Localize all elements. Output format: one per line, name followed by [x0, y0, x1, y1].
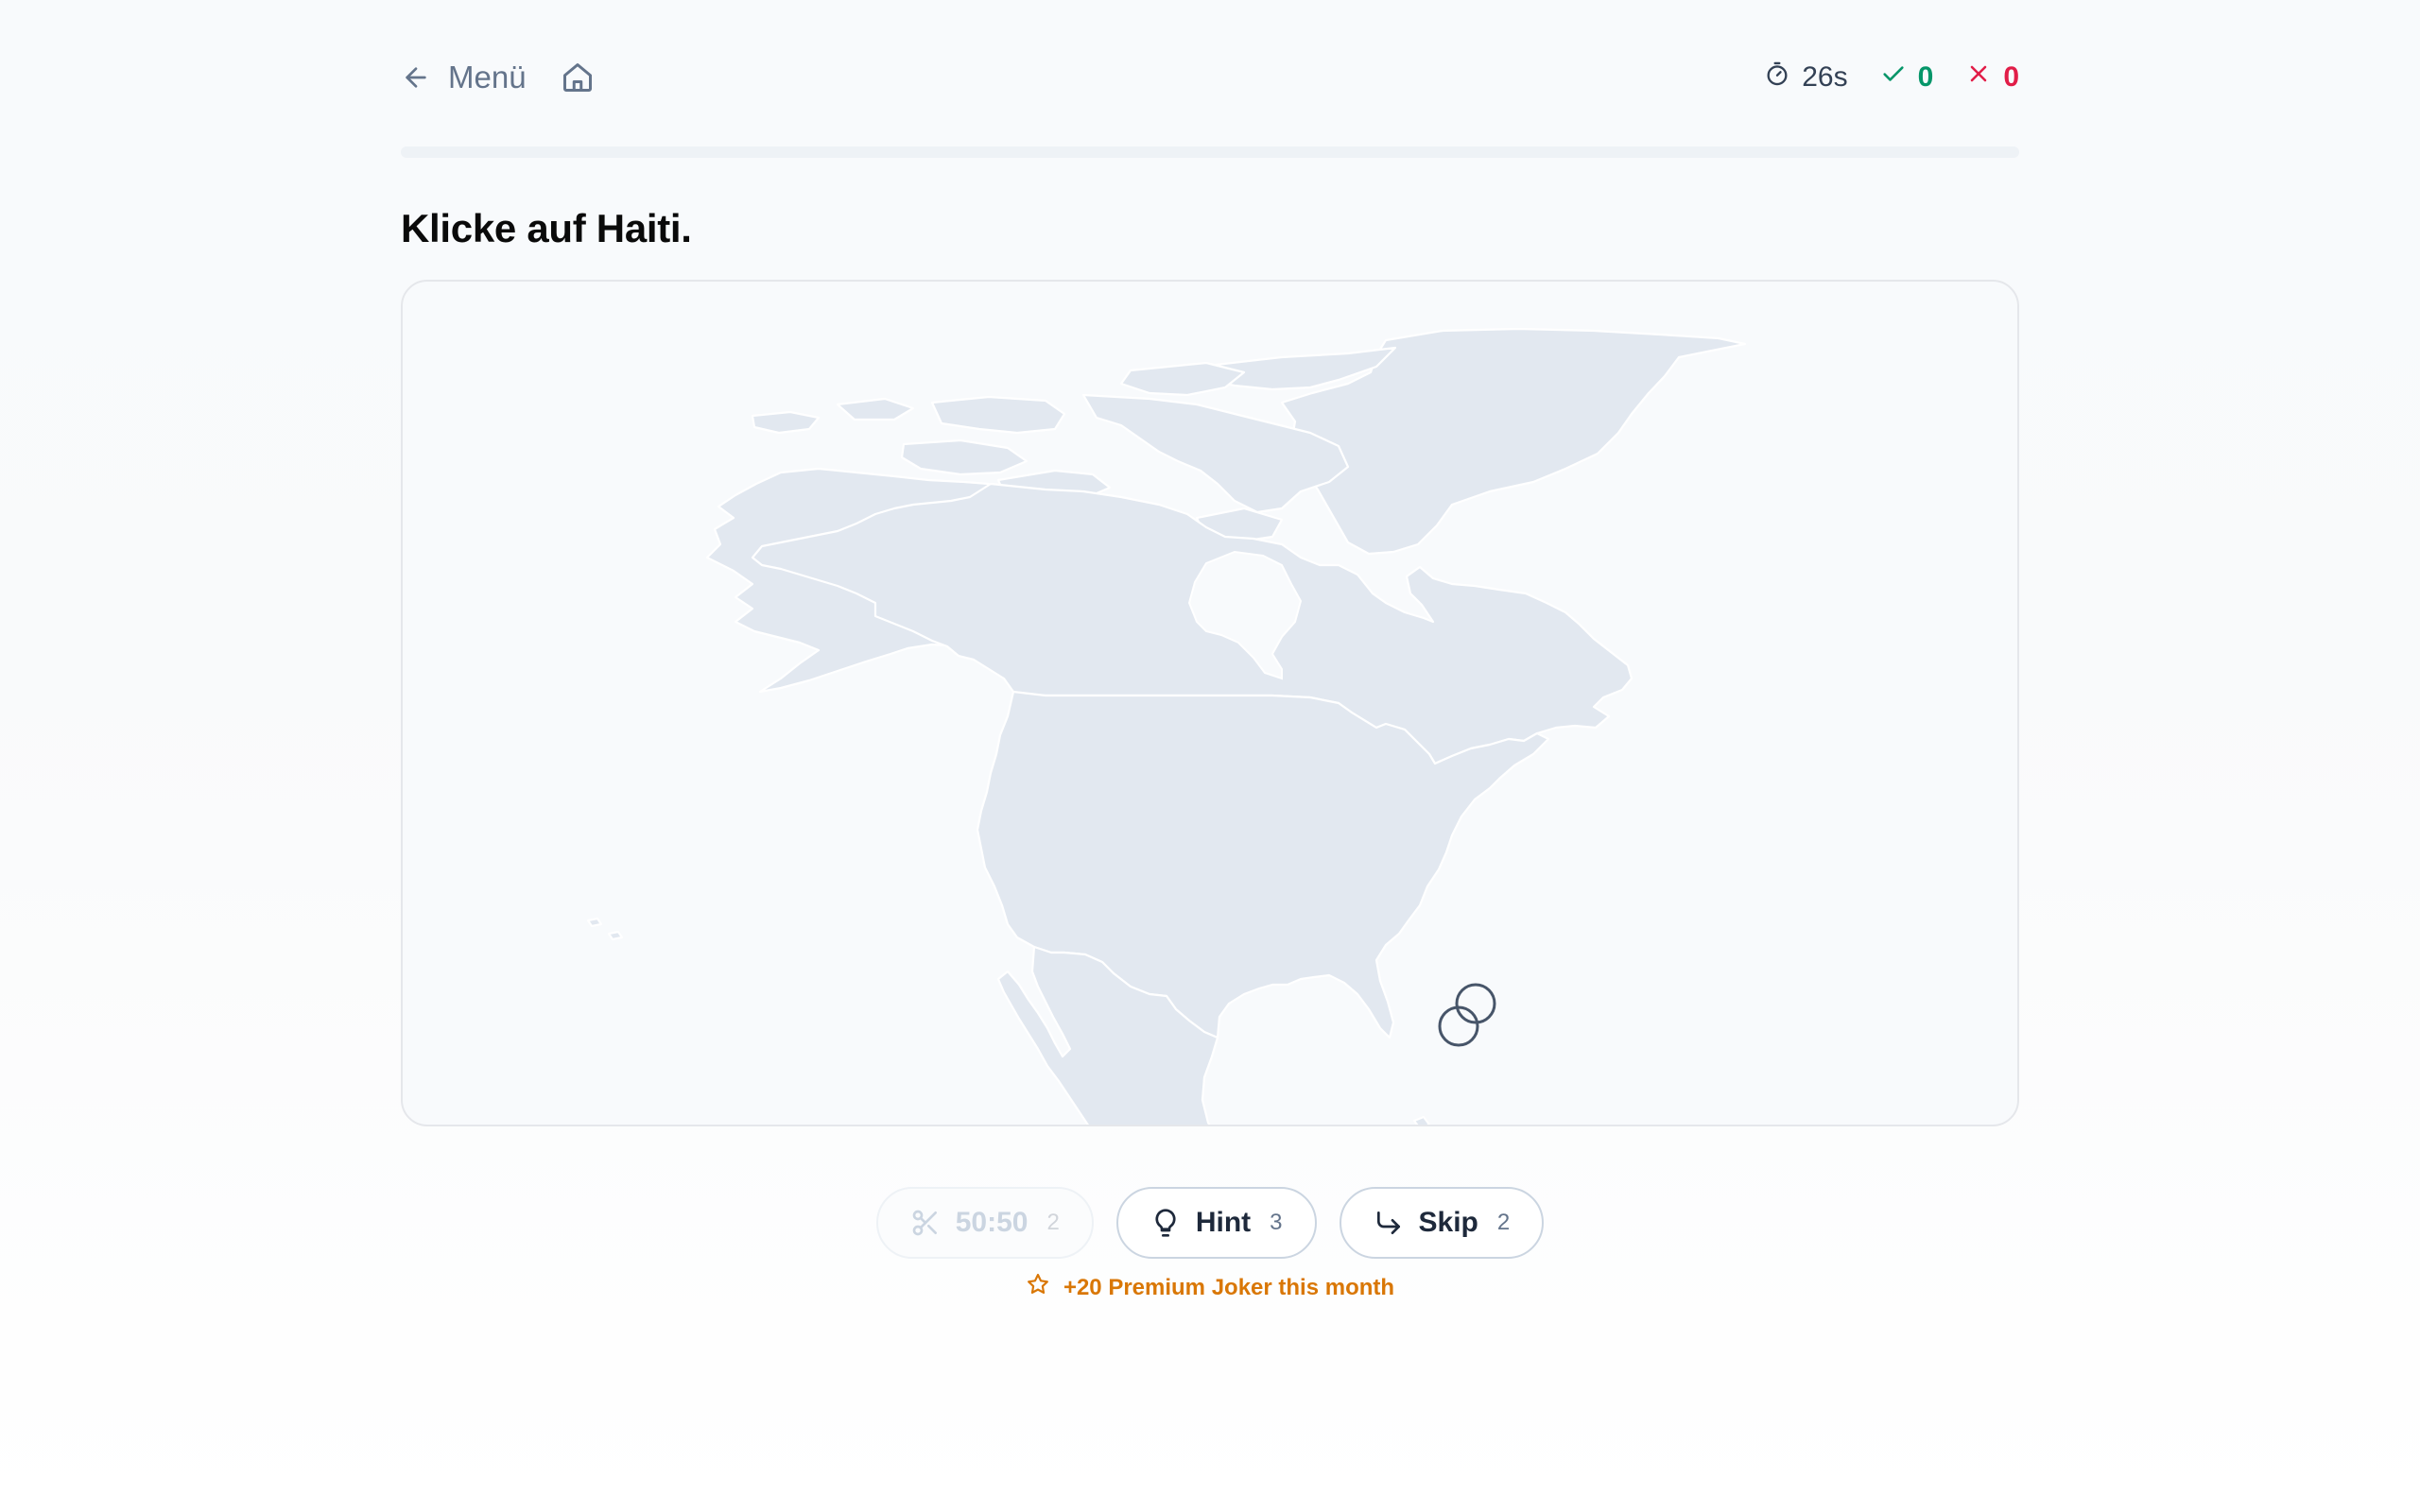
canada-arctic-island[interactable] — [751, 410, 821, 435]
country-usa-hawaii[interactable] — [586, 917, 603, 928]
stats-group: 26s 0 0 — [1764, 60, 2019, 94]
back-to-menu-button[interactable]: Menü — [401, 60, 527, 95]
timer: 26s — [1764, 60, 1848, 94]
x-icon — [1965, 60, 1992, 94]
canada-arctic-island[interactable] — [930, 395, 1066, 435]
lightbulb-icon — [1150, 1208, 1181, 1238]
stopwatch-icon — [1764, 60, 1790, 94]
skip-button[interactable]: Skip 2 — [1339, 1187, 1545, 1259]
question-prompt: Klicke auf Haiti. — [401, 206, 692, 250]
map-card — [401, 280, 2019, 1126]
north-america-map[interactable] — [403, 282, 2019, 1126]
arrow-left-icon — [401, 62, 431, 93]
star-icon — [1026, 1272, 1050, 1303]
canada-arctic-island[interactable] — [900, 438, 1028, 476]
progress-bar — [401, 146, 2019, 158]
canada-arctic-island[interactable] — [1119, 361, 1246, 397]
joker-bar: 50:50 2 Hint 3 Skip 2 — [401, 1187, 2019, 1259]
hint-button[interactable]: Hint 3 — [1115, 1187, 1317, 1259]
top-bar: Menü 26s 0 0 — [401, 53, 2019, 102]
skip-count: 2 — [1496, 1210, 1511, 1235]
country-bahamas[interactable] — [1412, 1115, 1431, 1126]
check-icon — [1880, 60, 1907, 94]
hint-count: 3 — [1270, 1210, 1283, 1235]
fifty-fifty-label: 50:50 — [955, 1207, 1028, 1238]
wrong-count: 0 — [2003, 61, 2019, 93]
scissors-icon — [910, 1208, 941, 1238]
correct-counter: 0 — [1880, 60, 1934, 94]
wrong-counter: 0 — [1965, 60, 2019, 94]
fifty-fifty-count: 2 — [1046, 1210, 1060, 1235]
back-label: Menü — [448, 60, 527, 94]
fifty-fifty-button[interactable]: 50:50 2 — [875, 1187, 1094, 1259]
premium-note: +20 Premium Joker this month — [1063, 1274, 1395, 1300]
correct-count: 0 — [1917, 61, 1934, 93]
quiz-screen: Menü 26s 0 0 Klicke auf Haiti. 50:50 2 H… — [401, 0, 2019, 1512]
premium-joker-link[interactable]: +20 Premium Joker this month — [401, 1272, 2019, 1303]
country-usa-hawaii[interactable] — [607, 930, 624, 941]
nav-group: Menü — [401, 60, 595, 95]
timer-value: 26s — [1802, 61, 1848, 93]
skip-label: Skip — [1418, 1207, 1478, 1238]
redo-arrow-icon — [1374, 1208, 1404, 1238]
canada-arctic-island[interactable] — [836, 397, 915, 421]
home-icon — [561, 60, 595, 94]
home-button[interactable] — [561, 60, 595, 94]
hint-label: Hint — [1195, 1207, 1252, 1238]
